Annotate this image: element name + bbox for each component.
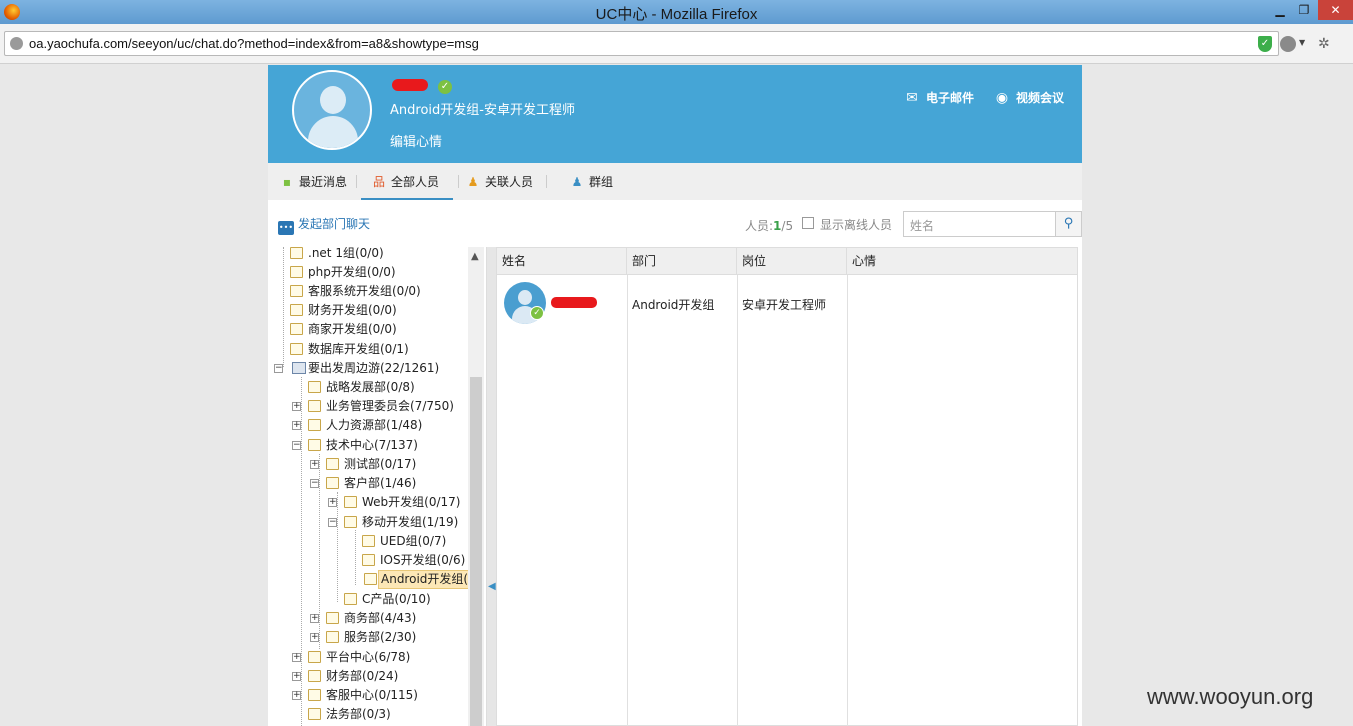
tab-label: 最近消息 (299, 175, 348, 189)
expand-icon: + (292, 420, 301, 430)
extension-icon[interactable] (1280, 36, 1296, 52)
maximize-button[interactable]: ❐ (1292, 0, 1316, 20)
redacted-username (392, 79, 428, 91)
expand-icon: + (292, 690, 301, 700)
video-meeting-button[interactable]: ◉ 视频会议 (993, 89, 1064, 106)
expand-icon: + (292, 671, 301, 681)
shield-icon[interactable]: ✓ (1258, 36, 1272, 52)
tab-recent-messages[interactable]: ▪ 最近消息 (279, 163, 347, 200)
show-offline-checkbox[interactable] (802, 217, 814, 229)
chat-bubble-icon: ▪ (282, 175, 292, 189)
edit-mood-link[interactable]: 编辑心情 (390, 131, 442, 150)
table-header: 姓名 部门 岗位 心情 (497, 248, 1077, 275)
show-offline-label[interactable]: 显示离线人员 (820, 216, 892, 233)
member-table: 姓名 部门 岗位 心情 ✓ Android开发组 安卓开发工程师 (496, 247, 1078, 726)
envelope-icon: ✉ (906, 90, 918, 106)
expand-icon: + (310, 632, 319, 642)
url-bar[interactable]: oa.yaochufa.com/seeyon/uc/chat.do?method… (4, 31, 1279, 56)
chevron-down-icon[interactable]: ▼ (1299, 38, 1305, 47)
scroll-up-icon[interactable]: ▲ (471, 251, 479, 262)
user-dept-position: Android开发组-安卓开发工程师 (390, 103, 575, 118)
collapse-icon: − (292, 440, 301, 450)
tab-label: 关联人员 (485, 175, 534, 189)
expand-icon: + (328, 497, 337, 507)
tab-groups[interactable]: ♟ 群组 (569, 163, 613, 200)
org-chart-icon: 品 (372, 175, 385, 189)
member-dept: Android开发组 (632, 298, 715, 312)
tab-related-members[interactable]: ♟ 关联人员 (465, 163, 533, 200)
close-button[interactable]: ✕ (1318, 0, 1353, 20)
online-status-icon: ✓ (438, 80, 452, 94)
expand-icon: + (310, 459, 319, 469)
tab-label: 全部人员 (391, 175, 440, 189)
email-label: 电子邮件 (926, 91, 975, 105)
expand-icon: + (310, 613, 319, 623)
url-text[interactable]: oa.yaochufa.com/seeyon/uc/chat.do?method… (29, 36, 479, 51)
panel-splitter[interactable]: ◀ (486, 247, 496, 726)
uc-page: ✓ Android开发组-安卓开发工程师 编辑心情 ✉ 电子邮件 ◉ 视频会议 ▪ 最… (268, 65, 1082, 726)
avatar[interactable] (292, 70, 372, 150)
tab-label: 群组 (589, 175, 614, 189)
scroll-thumb[interactable] (470, 377, 482, 726)
column-header-mood[interactable]: 心情 (847, 248, 1077, 275)
redacted-member-name (551, 297, 597, 308)
dept-chat-label: 发起部门聊天 (298, 217, 371, 231)
online-status-icon: ✓ (530, 306, 544, 320)
video-label: 视频会议 (1016, 91, 1065, 105)
column-header-post[interactable]: 岗位 (737, 248, 847, 275)
window-titlebar: UC中心 - Mozilla Firefox ▁ ❐ ✕ (0, 0, 1353, 24)
email-button[interactable]: ✉ 电子邮件 (903, 89, 974, 106)
expand-icon: + (292, 652, 301, 662)
tab-all-members[interactable]: 品全部人员 (361, 163, 453, 200)
column-header-dept[interactable]: 部门 (627, 248, 737, 275)
expand-icon: + (292, 401, 301, 411)
group-icon: ♟ (571, 175, 583, 189)
people-icon: ♟ (467, 175, 479, 189)
bug-icon[interactable]: ✲ (1318, 36, 1334, 52)
tree-scrollbar[interactable]: ▲ (468, 247, 484, 726)
collapse-icon: − (310, 478, 319, 488)
window-title: UC中心 - Mozilla Firefox (595, 6, 758, 23)
collapse-panel-icon[interactable]: ◀ (488, 581, 496, 592)
watermark: www.wooyun.org (1147, 684, 1314, 709)
search-icon: ⚲ (1063, 216, 1074, 231)
profile-header: ✓ Android开发组-安卓开发工程师 编辑心情 ✉ 电子邮件 ◉ 视频会议 (268, 65, 1082, 163)
collapse-icon: − (328, 517, 337, 527)
tree-node-selected[interactable]: Android开发组( (362, 570, 470, 589)
navigation-toolbar: oa.yaochufa.com/seeyon/uc/chat.do?method… (0, 24, 1353, 64)
member-count: 人员:1/5 (745, 219, 794, 233)
org-tree: .net 1组(0/0) php开发组(0/0) 客服系统开发组(0/0) 财务… (268, 247, 486, 726)
search-button[interactable]: ⚲ (1055, 211, 1082, 237)
minimize-button[interactable]: ▁ (1268, 0, 1292, 20)
total-count: /5 (781, 219, 794, 233)
chat-icon: ••• (278, 221, 294, 235)
collapse-icon: − (274, 363, 283, 373)
webcam-icon: ◉ (995, 90, 1009, 106)
tab-bar: ▪ 最近消息 品全部人员 ♟ 关联人员 ♟ 群组 (268, 163, 1082, 200)
start-dept-chat-button[interactable]: ••• 发起部门聊天 (278, 215, 370, 235)
member-post: 安卓开发工程师 (742, 298, 827, 312)
column-header-name[interactable]: 姓名 (497, 248, 627, 275)
name-search-input[interactable]: 姓名 (903, 211, 1055, 237)
globe-icon (10, 37, 23, 50)
